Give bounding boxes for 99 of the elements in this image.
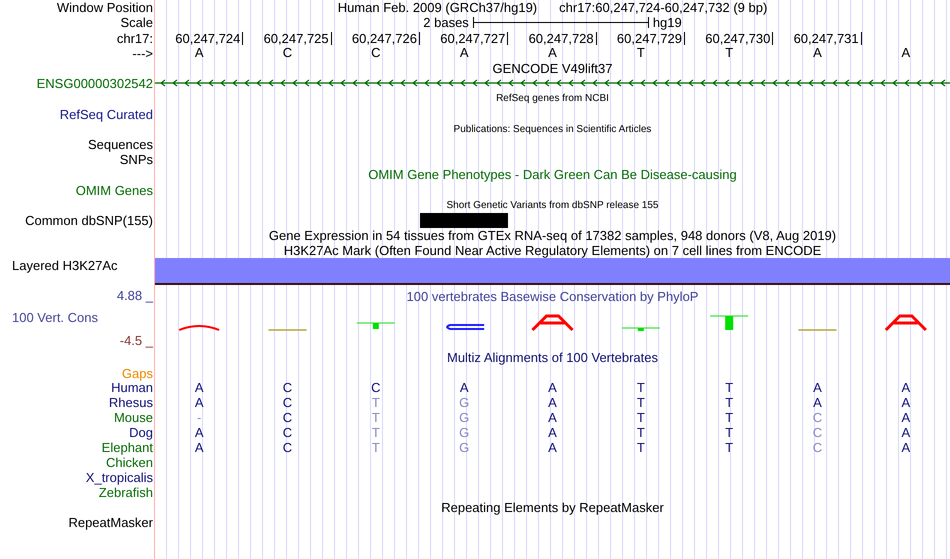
track-title: Short Genetic Variants from dbSNP release 155 xyxy=(446,198,658,213)
axis-min-label: -4.5 _ xyxy=(120,332,153,348)
aligned-base: T xyxy=(636,380,646,396)
assembly-label: hg19 xyxy=(652,15,682,30)
aligned-base: A xyxy=(547,440,558,456)
row-label: Window Position xyxy=(56,0,153,16)
base-letter: A xyxy=(812,46,823,60)
coordinate-label: 60,247,727 xyxy=(440,32,508,45)
aligned-base: C xyxy=(282,410,294,426)
aligned-base: T xyxy=(370,440,381,456)
track-title: Multiz Alignments of 100 Vertebrates xyxy=(446,350,658,366)
track-label[interactable]: Common dbSNP(155) xyxy=(25,212,153,228)
aligned-base: T xyxy=(724,395,734,410)
track-title: Gene Expression in 54 tissues from GTEx RNA-seq of 17382 samples, 948 donors (V8, Aug 2019) xyxy=(268,228,836,243)
species-label[interactable]: Zebrafish xyxy=(98,485,153,500)
coordinate-label: 60,247,730 xyxy=(705,32,774,45)
aligned-base: C xyxy=(812,440,824,456)
aligned-base: C xyxy=(370,380,382,396)
assembly-title: Human Feb. 2009 (GRCh37/hg19) xyxy=(338,0,538,16)
aligned-base: C xyxy=(282,440,294,456)
aligned-base: A xyxy=(900,380,912,396)
aligned-base: C xyxy=(812,410,824,426)
aligned-base: A xyxy=(547,380,558,396)
base-letter: A xyxy=(194,46,204,60)
aligned-base: T xyxy=(636,410,646,426)
track-title: Publications: Sequences in Scientific Articles xyxy=(454,122,652,137)
aligned-base: A xyxy=(812,380,823,396)
aligned-base: A xyxy=(194,395,204,410)
aligned-base: T xyxy=(370,425,381,440)
row-label: chr17: xyxy=(116,30,153,46)
aligned-base: T xyxy=(724,425,734,440)
track-title: RefSeq genes from NCBI xyxy=(496,92,609,106)
track-label[interactable]: ENSG00000302542 xyxy=(36,76,153,92)
species-label[interactable]: Rhesus xyxy=(108,395,153,410)
track-label[interactable]: Sequences xyxy=(88,136,153,152)
aligned-base: G xyxy=(458,440,470,456)
aligned-base: G xyxy=(458,410,470,426)
base-letter: C xyxy=(282,46,294,60)
aligned-base: T xyxy=(636,425,646,440)
aligned-base: G xyxy=(458,425,470,440)
coordinate-label: 60,247,731 xyxy=(794,32,862,45)
aligned-base: - xyxy=(196,410,202,426)
aligned-base: T xyxy=(370,410,381,426)
coordinate-label: 60,247,729 xyxy=(616,32,685,45)
aligned-base: A xyxy=(547,395,558,410)
track-label[interactable]: 100 Vert. Cons xyxy=(0,310,98,326)
aligned-base: T xyxy=(724,410,734,426)
aligned-base: A xyxy=(547,425,558,440)
aligned-base: C xyxy=(282,380,294,396)
base-letter: T xyxy=(636,46,646,60)
aligned-base: T xyxy=(724,380,734,396)
track-title: 100 vertebrates Basewise Conservation by PhyloP xyxy=(406,288,698,304)
aligned-base: A xyxy=(194,425,204,440)
aligned-base: A xyxy=(458,380,470,396)
aligned-base: A xyxy=(900,410,912,426)
aligned-base: A xyxy=(812,395,823,410)
row-label: ---> xyxy=(132,46,153,61)
track-label[interactable]: Layered H3K27Ac xyxy=(12,258,118,274)
aligned-base: T xyxy=(724,440,734,456)
coordinate-label: 60,247,728 xyxy=(528,32,597,45)
aligned-base: A xyxy=(900,440,912,456)
base-letter: T xyxy=(724,46,734,60)
base-letter: A xyxy=(547,46,558,60)
track-label[interactable]: SNPs xyxy=(120,152,153,168)
scale-text: 2 bases xyxy=(423,15,469,30)
aligned-base: G xyxy=(458,395,470,410)
axis-max-label: 4.88 _ xyxy=(116,288,153,303)
coordinate-label: 60,247,726 xyxy=(352,32,420,45)
species-label[interactable]: Mouse xyxy=(114,410,153,426)
coordinate-label: 60,247,725 xyxy=(264,32,332,45)
position-text: chr17:60,247,724-60,247,732 (9 bp) xyxy=(559,0,768,16)
aligned-base: T xyxy=(370,395,381,410)
aligned-base: C xyxy=(282,425,294,440)
track-label[interactable]: RefSeq Curated xyxy=(60,106,153,122)
aligned-base: C xyxy=(812,425,824,440)
aligned-base: A xyxy=(900,425,912,440)
track-label[interactable]: OMIM Genes xyxy=(76,182,153,198)
coordinate-label: 60,247,724 xyxy=(175,32,244,45)
aligned-base: C xyxy=(282,395,294,410)
species-label[interactable]: X_tropicalis xyxy=(86,470,153,486)
aligned-base: T xyxy=(636,440,646,456)
species-label[interactable]: Human xyxy=(111,380,153,396)
aligned-base: A xyxy=(547,410,558,426)
species-label[interactable]: Dog xyxy=(129,425,153,440)
base-letter: A xyxy=(458,46,470,60)
aligned-base: A xyxy=(194,440,204,456)
row-label: Scale xyxy=(120,15,153,30)
species-label[interactable]: Elephant xyxy=(102,440,153,456)
species-label[interactable]: Chicken xyxy=(106,455,153,470)
track-title: OMIM Gene Phenotypes - Dark Green Can Be Disease-causing xyxy=(368,167,737,182)
track-title: Repeating Elements by RepeatMasker xyxy=(441,500,664,516)
track-title: H3K27Ac Mark (Often Found Near Active Regulatory Elements) on 7 cell lines from ENCODE xyxy=(284,243,822,258)
aligned-base: A xyxy=(900,395,912,410)
aligned-base: A xyxy=(194,380,204,396)
base-letter: C xyxy=(370,46,382,60)
aligned-base: T xyxy=(636,395,646,410)
track-title: GENCODE V49lift37 xyxy=(492,61,612,76)
base-letter: A xyxy=(900,46,912,60)
track-label[interactable]: RepeatMasker xyxy=(68,515,153,530)
